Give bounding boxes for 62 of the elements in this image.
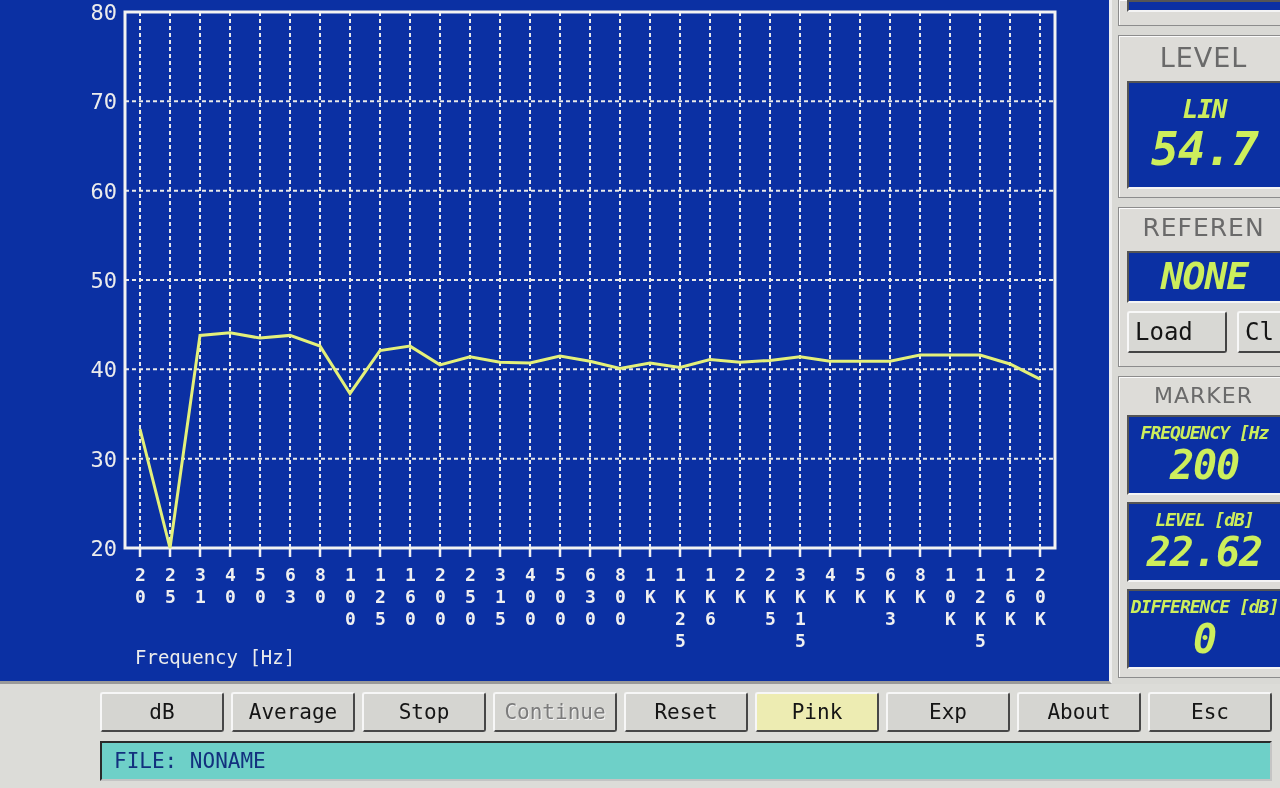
x-tick-label: 20K — [1031, 564, 1049, 630]
readout-label: LEVEL [dB] — [1155, 510, 1254, 530]
x-axis-title: Frequency [Hz] — [135, 646, 296, 668]
x-tick-label: 100 — [341, 564, 359, 630]
x-tick-label: 800 — [611, 564, 629, 630]
load-button[interactable]: Load — [1127, 310, 1227, 353]
reference-button[interactable]: Cl — [1237, 310, 1280, 353]
toolbar-button[interactable]: Average — [231, 692, 355, 732]
level-reading: 54.7 — [1151, 125, 1258, 174]
readout-label: DIFFERENCE [dB] — [1130, 597, 1279, 617]
group-title: MARKER — [1153, 382, 1254, 408]
toolbar-button[interactable]: Reset — [624, 692, 748, 732]
x-tick-label: 125 — [371, 564, 389, 630]
x-tick-label: 1K — [641, 564, 659, 608]
x-tick-label: 630 — [581, 564, 599, 630]
y-tick-label: 60 — [90, 178, 117, 204]
x-tick-label: 2K5 — [761, 564, 779, 630]
group-title: REFEREN — [1141, 213, 1266, 243]
x-tick-label: 50 — [251, 564, 269, 608]
x-tick-label: 16K — [1001, 564, 1019, 630]
x-tick-label: 63 — [281, 564, 299, 608]
toolbar-button[interactable]: Pink — [755, 692, 879, 732]
group-title: LEVEL — [1158, 41, 1249, 73]
toolbar-button[interactable]: dB — [100, 692, 224, 732]
x-tick-label: 10K — [941, 564, 959, 630]
y-tick-label: 50 — [90, 268, 117, 293]
x-tick-label: 5K — [851, 564, 869, 608]
toolbar-button[interactable]: Stop — [362, 692, 486, 732]
y-tick-label: 30 — [90, 446, 117, 472]
y-tick-label: 40 — [90, 357, 117, 383]
file-name-text: FILE: NONAME — [114, 749, 266, 773]
readout-value: 22.62 — [1146, 531, 1263, 574]
x-tick-label: 400 — [521, 564, 539, 630]
y-tick-label: 80 — [90, 0, 117, 25]
toolbar-button[interactable]: Exp — [886, 692, 1010, 732]
toolbar-button[interactable]: About — [1017, 692, 1141, 732]
x-tick-label: 8K — [911, 564, 929, 608]
readout-value: 0 — [1192, 618, 1217, 661]
x-tick-label: 12K5 — [971, 564, 989, 652]
y-tick-label: 20 — [90, 536, 117, 560]
x-tick-label: 4K — [821, 564, 839, 608]
x-tick-label: 315 — [491, 564, 509, 630]
x-tick-label: 2K — [731, 564, 749, 608]
x-tick-label: 80 — [311, 564, 329, 608]
x-tick-label: 20 — [131, 564, 149, 608]
x-tick-label: 3K15 — [791, 564, 809, 652]
x-tick-label: 6K3 — [881, 564, 899, 630]
readout-label: FREQUENCY [Hz — [1140, 423, 1269, 443]
y-tick-label: 70 — [90, 89, 117, 115]
x-tick-label: 40 — [221, 564, 239, 608]
x-tick-label: 1K25 — [671, 564, 689, 652]
x-tick-label: 31 — [191, 564, 209, 608]
x-tick-label: 250 — [461, 564, 479, 630]
x-tick-label: 25 — [161, 564, 179, 608]
x-tick-label: 200 — [431, 564, 449, 630]
x-tick-label: 500 — [551, 564, 569, 630]
readout-value: 200 — [1169, 444, 1240, 487]
weighting-label: LIN — [1182, 96, 1227, 124]
reference-value: NONE — [1160, 256, 1249, 297]
toolbar-button[interactable]: Esc — [1148, 692, 1272, 732]
x-tick-label: 160 — [401, 564, 419, 630]
x-tick-label: 1K6 — [701, 564, 719, 630]
